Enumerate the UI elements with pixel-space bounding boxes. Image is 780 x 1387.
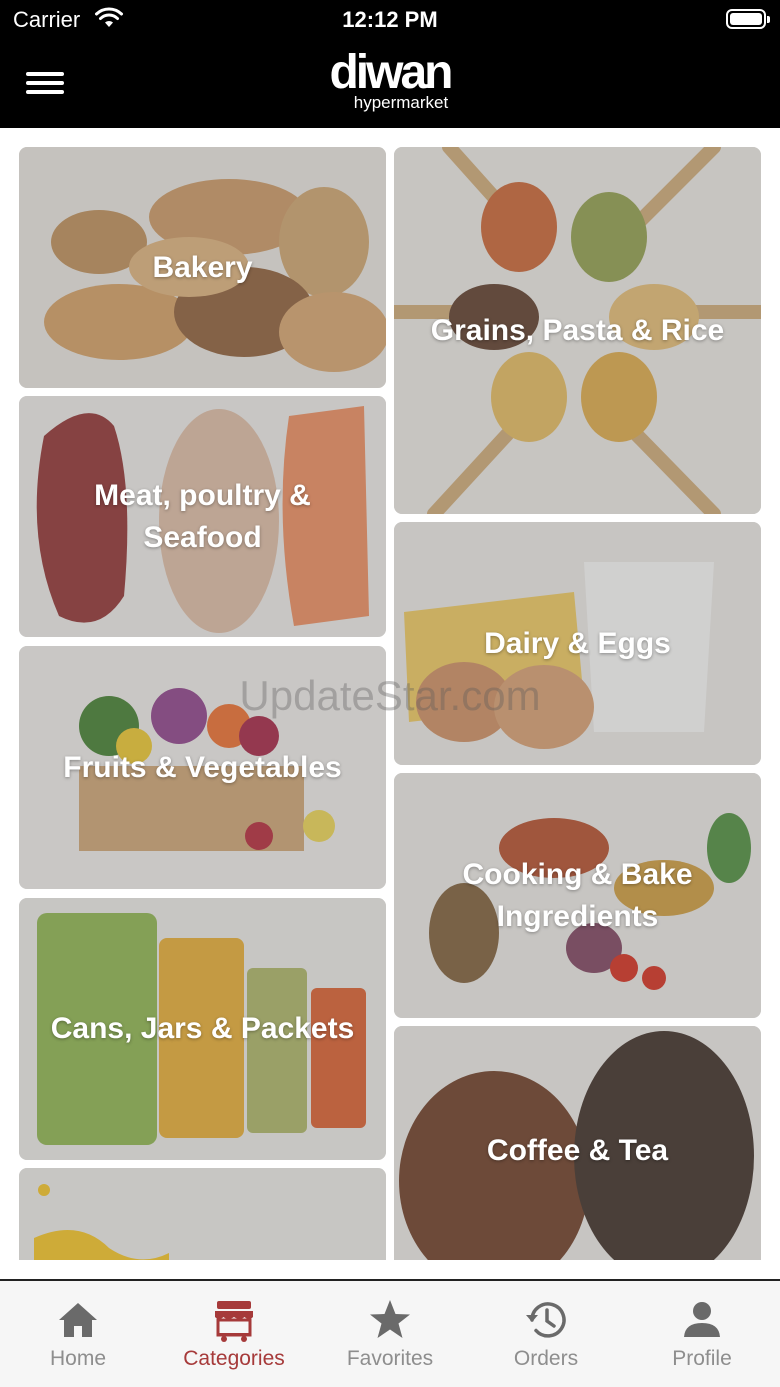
category-label: Fruits & Vegetables <box>63 750 342 784</box>
category-label: Dairy & Eggs <box>484 626 671 660</box>
tab-label: Profile <box>672 1347 732 1370</box>
category-tile-cans-jars-packets[interactable]: Cans, Jars & Packets <box>19 898 386 1160</box>
category-tile-fruits-vegetables[interactable]: Fruits & Vegetables <box>19 646 386 889</box>
category-tile-grains-pasta-rice[interactable]: Grains, Pasta & Rice <box>394 147 761 514</box>
category-label: Cooking & Bake Ingredients <box>462 857 693 933</box>
category-label: Meat, poultry & Seafood <box>94 478 311 554</box>
person-icon <box>684 1302 720 1337</box>
status-bar: Carrier 12:12 PM <box>0 0 780 40</box>
category-tile-dairy-eggs[interactable]: Dairy & Eggs <box>394 522 761 765</box>
tab-label: Orders <box>513 1347 579 1370</box>
battery-icon <box>726 9 770 29</box>
category-label <box>19 1168 386 1260</box>
hamburger-menu-icon[interactable] <box>26 68 64 98</box>
history-icon <box>526 1302 566 1338</box>
home-icon <box>59 1303 97 1337</box>
category-label: Bakery <box>152 250 253 284</box>
tab-home[interactable]: Home <box>0 1297 156 1377</box>
clock: 12:12 PM <box>342 7 438 32</box>
category-tile-partial[interactable] <box>19 1168 386 1260</box>
category-tile-coffee-tea[interactable]: Coffee & Tea <box>394 1026 761 1260</box>
tab-label: Categories <box>183 1347 285 1370</box>
category-tile-bakery[interactable]: Bakery <box>19 147 386 388</box>
category-label: Cans, Jars & Packets <box>50 1012 355 1045</box>
app-logo: diwan hypermarket <box>320 46 460 118</box>
store-icon <box>215 1301 253 1342</box>
star-icon <box>370 1300 410 1338</box>
tab-label: Favorites <box>346 1347 434 1370</box>
tab-orders[interactable]: Orders <box>468 1297 624 1377</box>
category-label: Grains, Pasta & Rice <box>430 313 725 347</box>
tab-label: Home <box>49 1347 107 1370</box>
category-grid: Bakery Grains, Pasta & Rice Meat, poultr… <box>0 128 780 1260</box>
category-tile-cooking-bake-ingredients[interactable]: Cooking & Bake Ingredients <box>394 773 761 1018</box>
category-tile-meat-poultry-seafood[interactable]: Meat, poultry & Seafood <box>19 396 386 637</box>
tab-categories[interactable]: Categories <box>156 1297 312 1377</box>
bottom-tab-bar: Home Categories Favorites Orders Profile <box>0 1279 780 1387</box>
tab-favorites[interactable]: Favorites <box>312 1297 468 1377</box>
top-bar: Carrier 12:12 PM diwan hypermarket <box>0 0 780 128</box>
tab-profile[interactable]: Profile <box>624 1297 780 1377</box>
logo-main: diwan <box>329 46 453 99</box>
logo-sub: hypermarket <box>353 93 449 112</box>
category-label: Coffee & Tea <box>486 1134 669 1167</box>
